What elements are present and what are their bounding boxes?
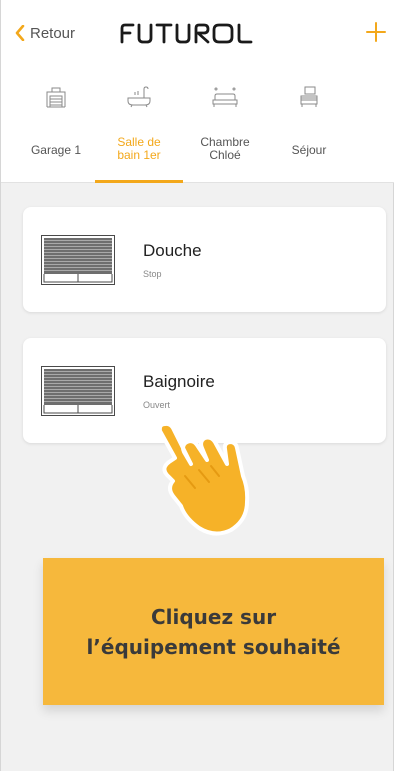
tab-garage-1[interactable]: Garage 1 <box>13 80 99 183</box>
chevron-left-icon <box>15 25 25 41</box>
device-status: Stop <box>143 269 162 279</box>
tab-label-line-2: Chloé <box>209 148 241 162</box>
room-tabs: Garage 1 Salle de bain 1er Chambre Chloé… <box>1 80 394 183</box>
device-name: Baignoire <box>143 372 215 391</box>
callout-line-2: l’équipement souhaité <box>86 634 341 659</box>
tab-label: Salle de bain 1er <box>96 136 182 162</box>
living-room-icon <box>300 86 318 107</box>
active-tab-indicator <box>95 180 183 183</box>
device-status: Ouvert <box>143 400 171 410</box>
device-name: Douche <box>143 241 202 260</box>
instruction-callout: Cliquez sur l’équipement souhaité <box>43 558 384 705</box>
header-area: Retour Garage 1 Salle de bain 1er Chambr… <box>1 0 394 183</box>
shutter-icon <box>41 366 115 416</box>
bed-icon <box>212 87 238 107</box>
shutter-icon <box>41 235 115 285</box>
futurol-logo <box>120 23 253 44</box>
tab-label: Chambre Chloé <box>182 136 268 162</box>
app-screen: Retour Garage 1 Salle de bain 1er Chambr… <box>0 0 394 771</box>
back-label: Retour <box>30 24 76 42</box>
back-button[interactable]: Retour <box>15 22 75 44</box>
tab-label: Garage 1 <box>30 143 82 157</box>
pointing-hand-icon <box>157 421 250 536</box>
tab-label-line-2: bain 1er <box>117 148 161 162</box>
tab-chambre-chloe[interactable]: Chambre Chloé <box>182 80 268 183</box>
device-card-douche[interactable]: Douche Stop <box>23 207 386 312</box>
garage-icon <box>46 87 66 108</box>
bathtub-icon <box>127 86 151 108</box>
callout-line-1: Cliquez sur <box>150 604 277 629</box>
tab-sejour[interactable]: Séjour <box>266 80 352 183</box>
tab-label: Séjour <box>291 143 327 157</box>
tab-salle-de-bain[interactable]: Salle de bain 1er <box>96 80 182 183</box>
plus-icon[interactable] <box>364 20 388 44</box>
